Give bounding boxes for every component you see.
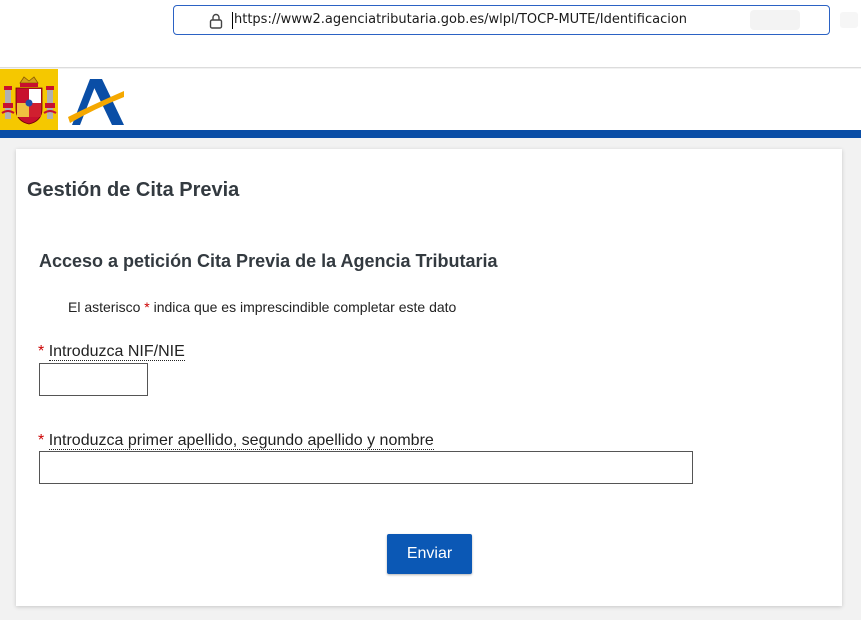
name-label: * Introduzca primer apellido, segundo ap… (38, 432, 434, 450)
name-input[interactable] (39, 451, 693, 484)
page-title: Gestión de Cita Previa (27, 179, 240, 201)
section-title: Acceso a petición Cita Previa de la Agen… (39, 251, 498, 271)
toolbar-blurred-area (750, 10, 800, 30)
spain-coat-of-arms-icon (0, 69, 58, 130)
lock-icon (209, 13, 223, 29)
address-bar[interactable]: https://www2.agenciatributaria.gob.es/wl… (173, 5, 830, 35)
nif-input[interactable] (39, 363, 148, 396)
name-label-text: Introduzca primer apellido, segundo apel… (48, 432, 434, 450)
site-header (0, 69, 861, 130)
asterisk-note: El asterisco * indica que es imprescindi… (68, 299, 456, 315)
agencia-tributaria-logo-icon (68, 79, 124, 125)
name-required-mark: * (38, 432, 45, 449)
nif-label: * Introduzca NIF/NIE (38, 343, 185, 361)
text-cursor (232, 12, 233, 29)
nif-label-text: Introduzca NIF/NIE (48, 343, 185, 361)
nif-required-mark: * (38, 343, 45, 360)
toolbar-blurred-area-small (840, 12, 858, 28)
header-blue-band (0, 130, 861, 138)
main-card: Gestión de Cita Previa Acceso a petición… (16, 149, 842, 606)
submit-button[interactable]: Enviar (387, 534, 472, 574)
url-text[interactable]: https://www2.agenciatributaria.gob.es/wl… (234, 12, 687, 27)
browser-toolbar: https://www2.agenciatributaria.gob.es/wl… (0, 0, 861, 68)
asterisk-note-after: indica que es imprescindible completar e… (149, 299, 457, 315)
asterisk-note-before: El asterisco (68, 299, 145, 315)
